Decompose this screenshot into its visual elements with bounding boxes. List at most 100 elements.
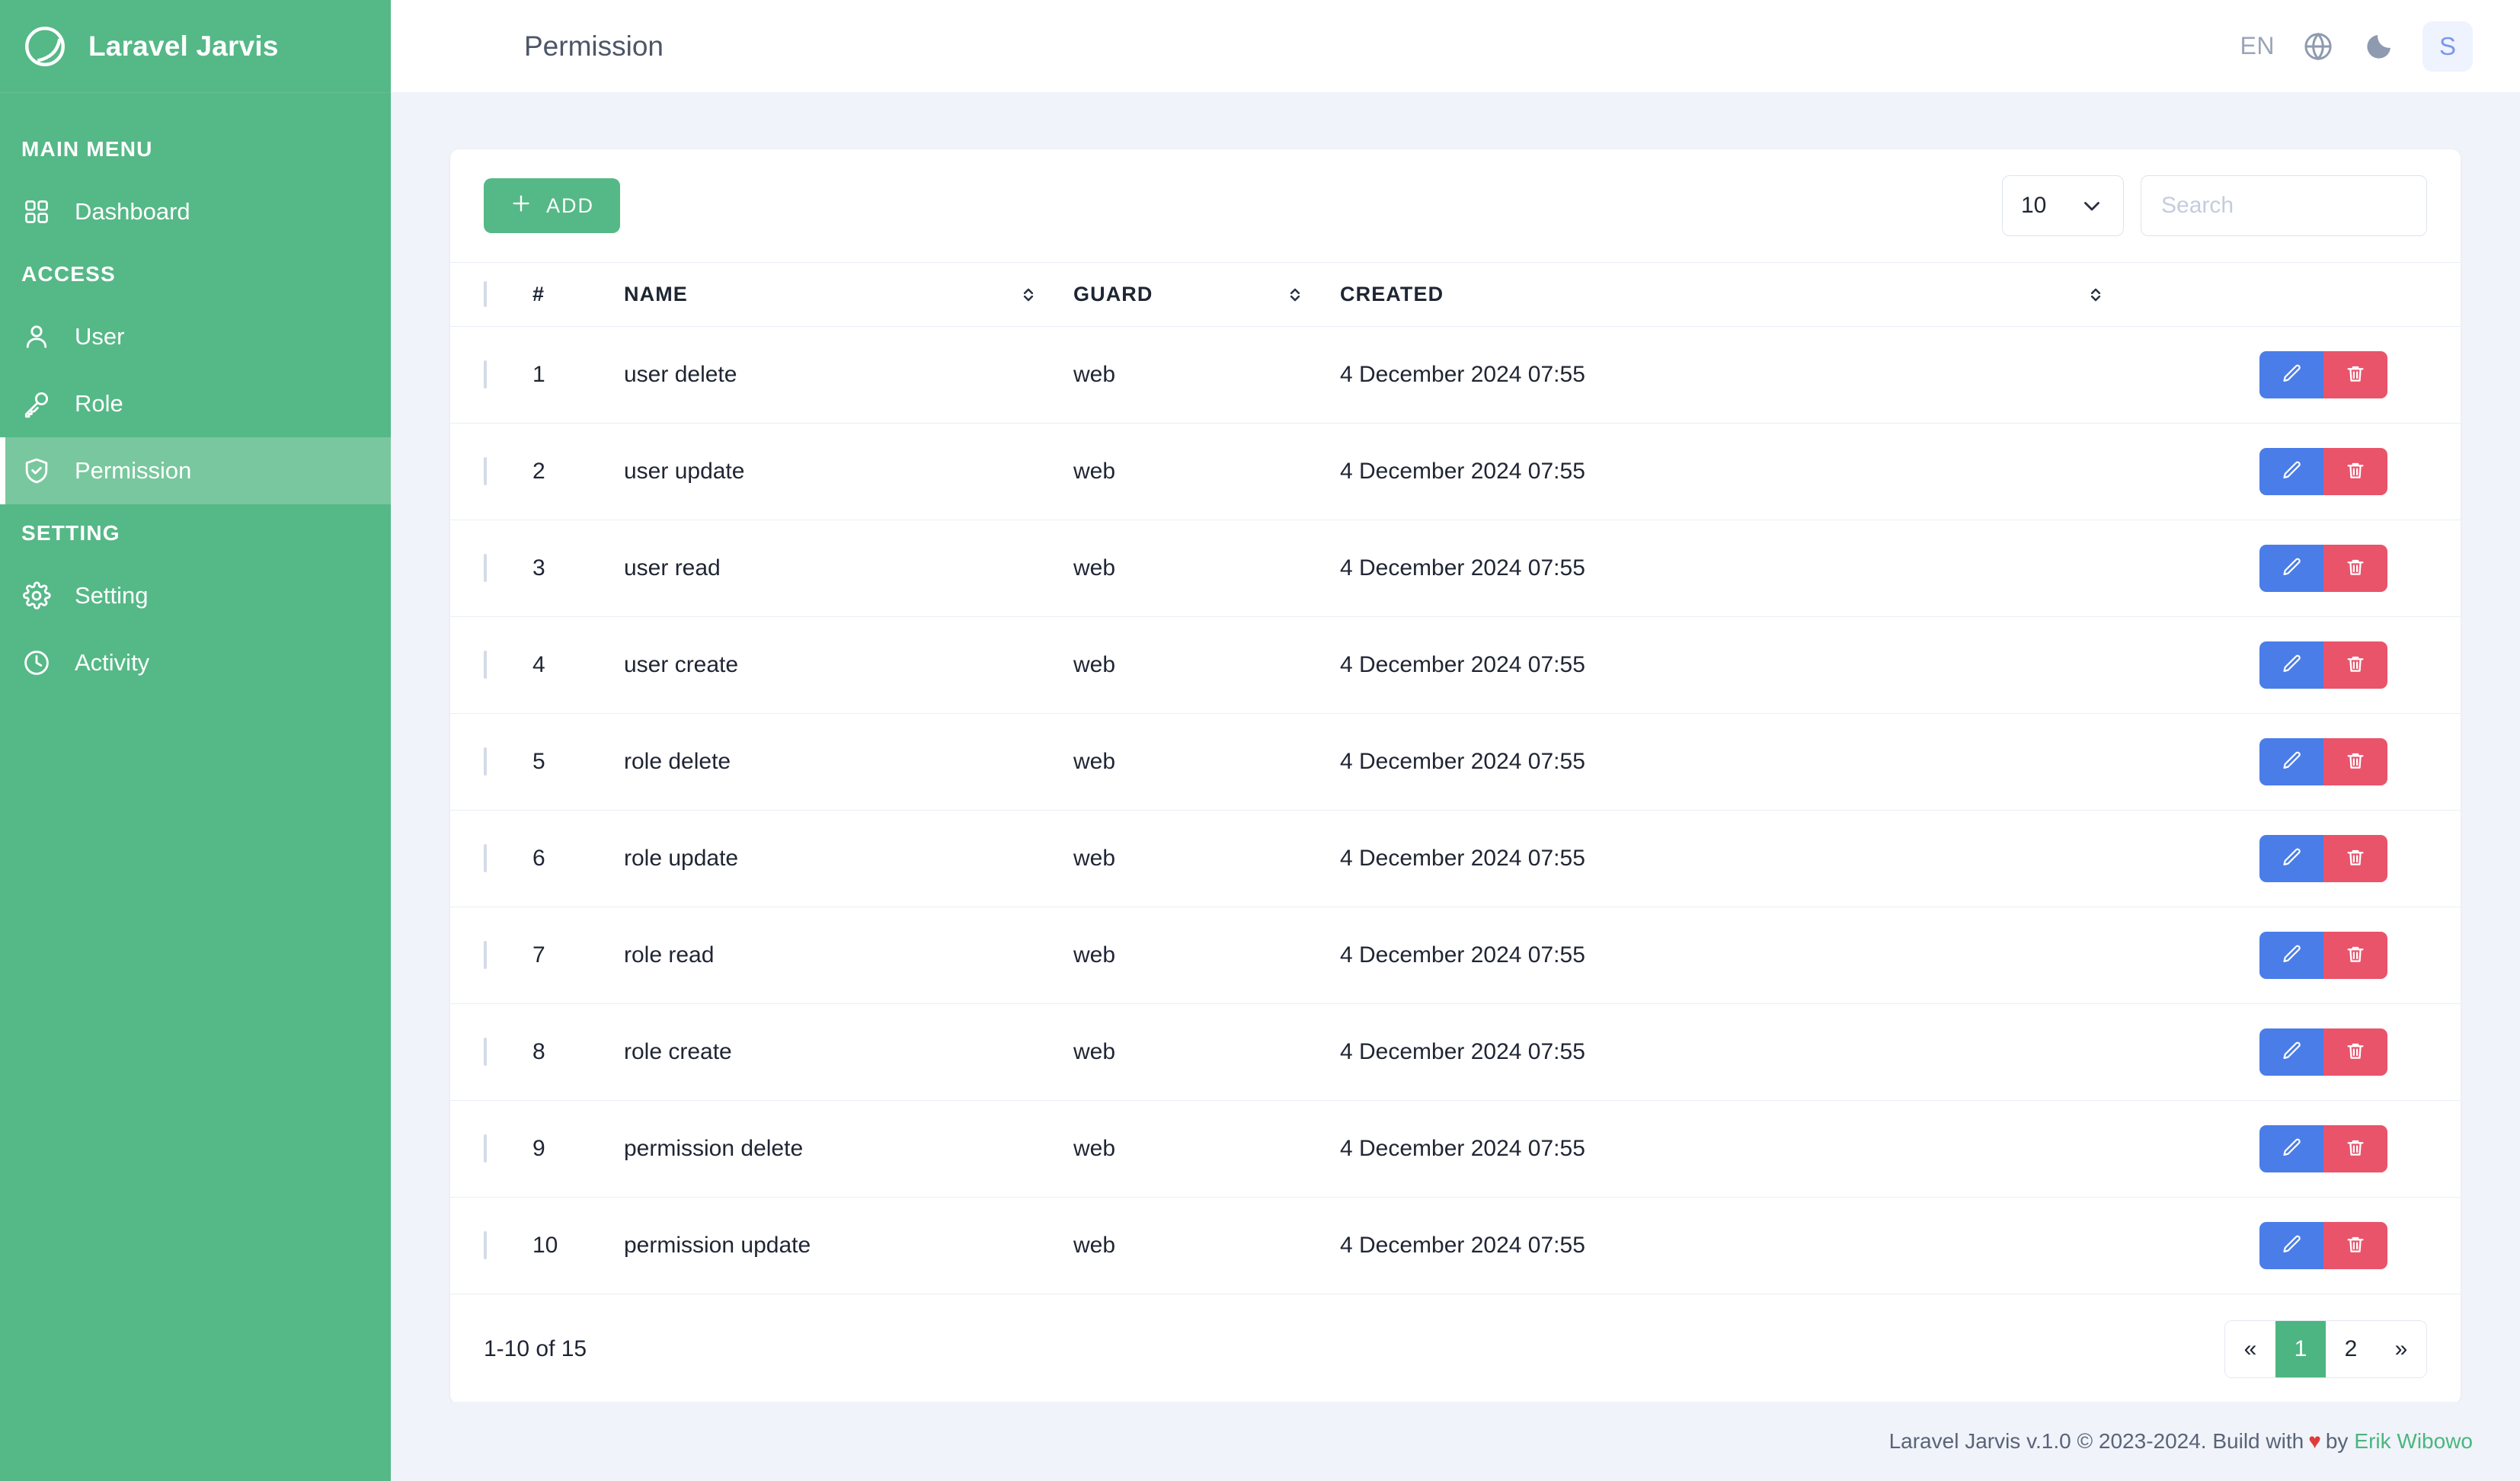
edit-button[interactable] xyxy=(2259,835,2323,882)
row-num: 7 xyxy=(532,907,624,1004)
delete-button[interactable] xyxy=(2323,448,2387,495)
sidebar-item-label: Role xyxy=(75,390,123,417)
trash-icon xyxy=(2344,846,2367,872)
trash-icon xyxy=(2344,459,2367,485)
delete-button[interactable] xyxy=(2323,1125,2387,1172)
row-checkbox[interactable] xyxy=(484,747,487,776)
row-checkbox[interactable] xyxy=(484,844,487,872)
row-name: user delete xyxy=(624,326,1073,424)
row-actions-cell xyxy=(2141,810,2461,907)
row-actions-cell xyxy=(2141,713,2461,811)
column-header-created-label: CREATED xyxy=(1340,283,1444,305)
pagination-last[interactable]: » xyxy=(2376,1321,2426,1377)
row-name: user create xyxy=(624,616,1073,714)
row-num: 10 xyxy=(532,1197,624,1294)
globe-icon[interactable] xyxy=(2301,29,2336,64)
pencil-icon xyxy=(2280,1040,2303,1065)
row-actions-cell xyxy=(2141,1197,2461,1294)
sidebar-item-activity[interactable]: Activity xyxy=(0,629,391,696)
edit-button[interactable] xyxy=(2259,1028,2323,1076)
row-guard: web xyxy=(1073,907,1340,1004)
row-checkbox[interactable] xyxy=(484,1134,487,1163)
pagination-page-2[interactable]: 2 xyxy=(2326,1321,2376,1377)
edit-button[interactable] xyxy=(2259,545,2323,592)
sidebar-section-main-menu: MAIN MENU xyxy=(21,137,153,161)
column-header-guard[interactable]: GUARD xyxy=(1073,262,1340,327)
row-guard: web xyxy=(1073,713,1340,811)
delete-button[interactable] xyxy=(2323,835,2387,882)
page-size-select[interactable]: 10 xyxy=(2002,175,2124,236)
delete-button[interactable] xyxy=(2323,932,2387,979)
avatar[interactable]: S xyxy=(2422,21,2473,72)
row-guard: web xyxy=(1073,1197,1340,1294)
add-button[interactable]: ADD xyxy=(484,178,621,233)
edit-button[interactable] xyxy=(2259,1125,2323,1172)
column-header-name-label: NAME xyxy=(624,283,688,305)
column-header-created[interactable]: CREATED xyxy=(1340,262,2141,327)
row-checkbox[interactable] xyxy=(484,360,487,389)
pagination-page-1[interactable]: 1 xyxy=(2275,1321,2326,1377)
delete-button[interactable] xyxy=(2323,545,2387,592)
edit-button[interactable] xyxy=(2259,932,2323,979)
user-icon xyxy=(21,321,52,352)
trash-icon xyxy=(2344,653,2367,678)
sort-icon[interactable] xyxy=(1019,285,1073,305)
delete-button[interactable] xyxy=(2323,351,2387,398)
edit-button[interactable] xyxy=(2259,351,2323,398)
sidebar: Laravel Jarvis MAIN MENU Dashboard ACCES… xyxy=(0,0,391,1481)
edit-button[interactable] xyxy=(2259,738,2323,785)
row-guard: web xyxy=(1073,616,1340,714)
sidebar-item-label: User xyxy=(75,323,125,350)
row-checkbox[interactable] xyxy=(484,941,487,969)
row-created: 4 December 2024 07:55 xyxy=(1340,1100,2141,1198)
row-name: role create xyxy=(624,1003,1073,1101)
row-guard: web xyxy=(1073,1100,1340,1198)
row-checkbox[interactable] xyxy=(484,457,487,485)
moon-icon[interactable] xyxy=(2362,29,2397,64)
sort-icon[interactable] xyxy=(1285,285,1340,305)
sidebar-item-dashboard[interactable]: Dashboard xyxy=(0,178,391,245)
pencil-icon xyxy=(2280,750,2303,775)
delete-button[interactable] xyxy=(2323,1028,2387,1076)
delete-button[interactable] xyxy=(2323,1222,2387,1269)
row-checkbox[interactable] xyxy=(484,1231,487,1259)
app-root: Laravel Jarvis MAIN MENU Dashboard ACCES… xyxy=(0,0,2520,1481)
delete-button[interactable] xyxy=(2323,738,2387,785)
delete-button[interactable] xyxy=(2323,641,2387,689)
sidebar-item-label: Setting xyxy=(75,582,149,609)
sidebar-item-user[interactable]: User xyxy=(0,303,391,370)
row-select-cell xyxy=(450,1100,532,1198)
edit-button[interactable] xyxy=(2259,448,2323,495)
topbar: Permission EN S xyxy=(391,0,2520,93)
row-actions-cell xyxy=(2141,520,2461,617)
page-size-value: 10 xyxy=(2021,193,2047,218)
brand[interactable]: Laravel Jarvis xyxy=(0,0,391,93)
language-button[interactable]: EN xyxy=(2240,32,2275,60)
edit-button[interactable] xyxy=(2259,641,2323,689)
row-actions-cell xyxy=(2141,1003,2461,1101)
sidebar-section-setting: SETTING xyxy=(21,521,120,545)
author-link[interactable]: Erik Wibowo xyxy=(2348,1429,2473,1454)
edit-button[interactable] xyxy=(2259,1222,2323,1269)
column-header-name[interactable]: NAME xyxy=(624,262,1073,327)
pagination-first[interactable]: « xyxy=(2225,1321,2275,1377)
row-select-cell xyxy=(450,520,532,617)
sidebar-item-setting[interactable]: Setting xyxy=(0,562,391,629)
sidebar-item-role[interactable]: Role xyxy=(0,370,391,437)
row-checkbox[interactable] xyxy=(484,1038,487,1066)
topbar-actions: EN S xyxy=(2240,21,2473,72)
footer-text: Laravel Jarvis v.1.0 © 2023-2024. Build … xyxy=(1888,1429,2304,1453)
row-checkbox[interactable] xyxy=(484,554,487,582)
row-checkbox[interactable] xyxy=(484,651,487,679)
search-input[interactable] xyxy=(2141,175,2427,236)
row-select-cell xyxy=(450,423,532,520)
table-footer: 1-10 of 15 «1 2» xyxy=(450,1294,2461,1402)
row-created: 4 December 2024 07:55 xyxy=(1340,616,2141,714)
sort-icon[interactable] xyxy=(2086,285,2141,305)
sidebar-item-permission[interactable]: Permission xyxy=(0,437,391,504)
row-created: 4 December 2024 07:55 xyxy=(1340,907,2141,1004)
row-name: role update xyxy=(624,810,1073,907)
column-header-num[interactable]: # xyxy=(532,262,624,327)
permission-table: # NAME GUARD CREATED 1 user delete web 4… xyxy=(450,262,2461,1294)
select-all-checkbox[interactable] xyxy=(484,281,487,307)
